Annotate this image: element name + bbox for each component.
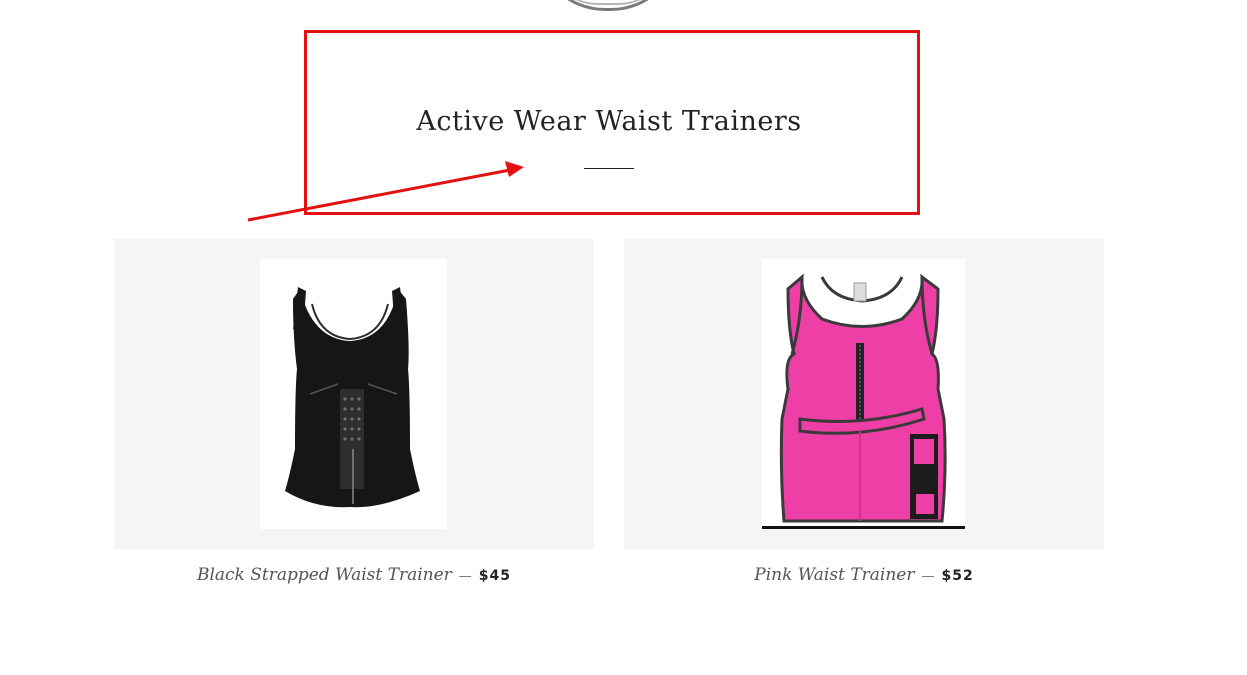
product-price: $52 <box>941 568 974 584</box>
product-image[interactable] <box>762 259 965 529</box>
product-image[interactable] <box>260 259 447 529</box>
collection-title: Active Wear Waist Trainers <box>416 106 802 137</box>
collection-page: Active Wear Waist Trainers Black Strappe… <box>0 0 1247 675</box>
pink-waist-trainer-image <box>779 273 947 523</box>
price-separator: — <box>921 569 935 584</box>
product-price: $45 <box>478 568 512 584</box>
product-card-pink-waist-trainer[interactable] <box>624 239 1104 549</box>
title-divider <box>584 168 634 169</box>
product-caption[interactable]: Pink Waist Trainer — $52 <box>624 565 1104 585</box>
product-title-link[interactable]: Pink Waist Trainer <box>754 565 914 585</box>
product-title-link[interactable]: Black Strapped Waist Trainer <box>197 565 452 585</box>
store-logo[interactable] <box>535 0 681 11</box>
product-card-black-waist-trainer[interactable] <box>114 239 594 549</box>
black-waist-trainer-image <box>285 287 420 508</box>
price-separator: — <box>458 569 472 584</box>
product-caption[interactable]: Black Strapped Waist Trainer — $45 <box>114 565 594 585</box>
